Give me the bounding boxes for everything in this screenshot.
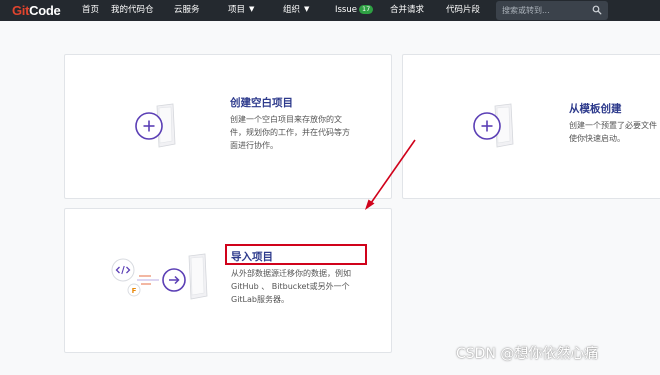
annotation-arrow	[365, 139, 416, 210]
csdn-watermark: CSDN @想你依然心痛	[456, 346, 599, 362]
